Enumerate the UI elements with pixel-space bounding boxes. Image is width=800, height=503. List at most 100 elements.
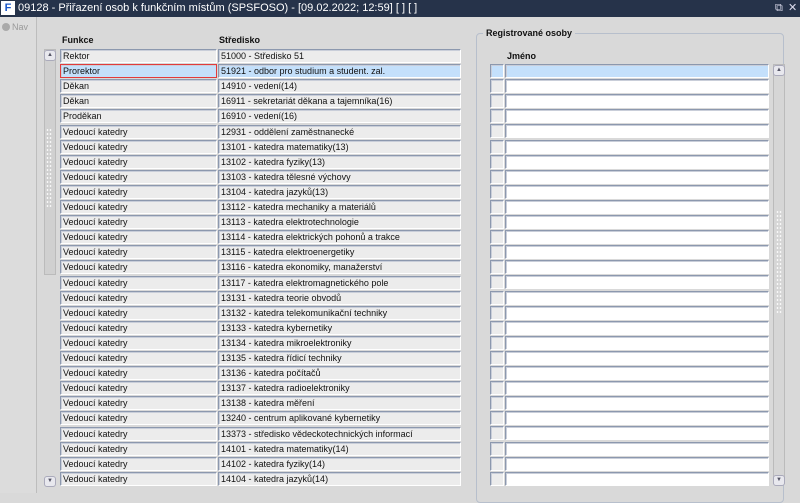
funkce-cell[interactable]: Vedoucí katedry <box>60 472 217 486</box>
stredisko-cell[interactable]: 12931 - oddělení zaměstnanecké <box>218 125 461 139</box>
stredisko-cell[interactable]: 13102 - katedra fyziky(13) <box>218 155 461 169</box>
row-selector-checkbox[interactable] <box>490 140 504 154</box>
jmeno-field[interactable] <box>505 140 769 154</box>
row-selector-checkbox[interactable] <box>490 200 504 214</box>
stredisko-cell[interactable]: 13132 - katedra telekomunikační techniky <box>218 306 461 320</box>
jmeno-field[interactable] <box>505 442 769 456</box>
row-selector-checkbox[interactable] <box>490 245 504 259</box>
stredisko-cell[interactable]: 13101 - katedra matematiky(13) <box>218 140 461 154</box>
jmeno-field[interactable] <box>505 94 769 108</box>
stredisko-cell[interactable]: 13240 - centrum aplikované kybernetiky <box>218 411 461 425</box>
row-selector-checkbox[interactable] <box>490 442 504 456</box>
stredisko-cell[interactable]: 13117 - katedra elektromagnetického pole <box>218 276 461 290</box>
stredisko-cell[interactable]: 13131 - katedra teorie obvodů <box>218 291 461 305</box>
stredisko-cell[interactable]: 13104 - katedra jazyků(13) <box>218 185 461 199</box>
stredisko-cell[interactable]: 51000 - Středisko 51 <box>218 49 461 63</box>
jmeno-field[interactable] <box>505 260 769 274</box>
funkce-cell[interactable]: Vedoucí katedry <box>60 230 217 244</box>
row-selector-checkbox[interactable] <box>490 306 504 320</box>
funkce-cell[interactable]: Vedoucí katedry <box>60 260 217 274</box>
stredisko-cell[interactable]: 13116 - katedra ekonomiky, manažerství <box>218 260 461 274</box>
jmeno-field[interactable] <box>505 170 769 184</box>
funkce-cell[interactable]: Vedoucí katedry <box>60 185 217 199</box>
jmeno-field[interactable] <box>505 64 769 78</box>
row-selector-checkbox[interactable] <box>490 336 504 350</box>
scroll-down-button[interactable]: ▼ <box>773 475 785 486</box>
funkce-cell[interactable]: Vedoucí katedry <box>60 125 217 139</box>
row-selector-checkbox[interactable] <box>490 366 504 380</box>
row-selector-checkbox[interactable] <box>490 215 504 229</box>
jmeno-field[interactable] <box>505 124 769 138</box>
row-selector-checkbox[interactable] <box>490 291 504 305</box>
funkce-cell[interactable]: Proděkan <box>60 109 217 123</box>
funkce-cell[interactable]: Vedoucí katedry <box>60 336 217 350</box>
funkce-cell[interactable]: Prorektor <box>60 64 217 78</box>
stredisko-cell[interactable]: 13112 - katedra mechaniky a materiálů <box>218 200 461 214</box>
nav-button[interactable]: Nav <box>2 22 28 32</box>
close-icon[interactable]: ✕ <box>788 0 797 17</box>
funkce-cell[interactable]: Vedoucí katedry <box>60 155 217 169</box>
jmeno-field[interactable] <box>505 155 769 169</box>
row-selector-checkbox[interactable] <box>490 155 504 169</box>
funkce-cell[interactable]: Vedoucí katedry <box>60 457 217 471</box>
row-selector-checkbox[interactable] <box>490 170 504 184</box>
funkce-cell[interactable]: Vedoucí katedry <box>60 411 217 425</box>
row-selector-checkbox[interactable] <box>490 94 504 108</box>
jmeno-field[interactable] <box>505 200 769 214</box>
stredisko-cell[interactable]: 13136 - katedra počítačů <box>218 366 461 380</box>
funkce-cell[interactable]: Děkan <box>60 94 217 108</box>
row-selector-checkbox[interactable] <box>490 124 504 138</box>
stredisko-cell[interactable]: 13137 - katedra radioelektroniky <box>218 381 461 395</box>
scroll-up-button[interactable]: ▲ <box>773 65 785 76</box>
row-selector-checkbox[interactable] <box>490 260 504 274</box>
row-selector-checkbox[interactable] <box>490 457 504 471</box>
jmeno-field[interactable] <box>505 306 769 320</box>
stredisko-cell[interactable]: 13373 - středisko vědeckotechnických inf… <box>218 427 461 441</box>
funkce-cell[interactable]: Vedoucí katedry <box>60 427 217 441</box>
stredisko-cell[interactable]: 16911 - sekretariát děkana a tajemníka(1… <box>218 94 461 108</box>
jmeno-field[interactable] <box>505 245 769 259</box>
jmeno-field[interactable] <box>505 457 769 471</box>
scroll-up-button[interactable]: ▲ <box>44 50 56 61</box>
row-selector-checkbox[interactable] <box>490 185 504 199</box>
funkce-cell[interactable]: Vedoucí katedry <box>60 215 217 229</box>
row-selector-checkbox[interactable] <box>490 472 504 486</box>
row-selector-checkbox[interactable] <box>490 64 504 78</box>
row-selector-checkbox[interactable] <box>490 351 504 365</box>
stredisko-cell[interactable]: 13134 - katedra mikroelektroniky <box>218 336 461 350</box>
row-selector-checkbox[interactable] <box>490 411 504 425</box>
jmeno-field[interactable] <box>505 351 769 365</box>
jmeno-field[interactable] <box>505 185 769 199</box>
funkce-cell[interactable]: Vedoucí katedry <box>60 140 217 154</box>
jmeno-field[interactable] <box>505 321 769 335</box>
row-selector-checkbox[interactable] <box>490 321 504 335</box>
funkce-cell[interactable]: Vedoucí katedry <box>60 306 217 320</box>
stredisko-cell[interactable]: 14102 - katedra fyziky(14) <box>218 457 461 471</box>
stredisko-cell[interactable]: 13135 - katedra řídicí techniky <box>218 351 461 365</box>
stredisko-cell[interactable]: 14104 - katedra jazyků(14) <box>218 472 461 486</box>
funkce-cell[interactable]: Vedoucí katedry <box>60 245 217 259</box>
funkce-cell[interactable]: Děkan <box>60 79 217 93</box>
jmeno-field[interactable] <box>505 381 769 395</box>
funkce-cell[interactable]: Vedoucí katedry <box>60 351 217 365</box>
stredisko-cell[interactable]: 13113 - katedra elektrotechnologie <box>218 215 461 229</box>
jmeno-field[interactable] <box>505 275 769 289</box>
funkce-cell[interactable]: Vedoucí katedry <box>60 381 217 395</box>
jmeno-field[interactable] <box>505 109 769 123</box>
row-selector-checkbox[interactable] <box>490 396 504 410</box>
jmeno-field[interactable] <box>505 336 769 350</box>
jmeno-field[interactable] <box>505 79 769 93</box>
row-selector-checkbox[interactable] <box>490 109 504 123</box>
funkce-cell[interactable]: Vedoucí katedry <box>60 366 217 380</box>
jmeno-field[interactable] <box>505 215 769 229</box>
stredisko-cell[interactable]: 14101 - katedra matematiky(14) <box>218 442 461 456</box>
stredisko-cell[interactable]: 13103 - katedra tělesné výchovy <box>218 170 461 184</box>
jmeno-field[interactable] <box>505 230 769 244</box>
funkce-cell[interactable]: Vedoucí katedry <box>60 170 217 184</box>
row-selector-checkbox[interactable] <box>490 381 504 395</box>
funkce-cell[interactable]: Vedoucí katedry <box>60 200 217 214</box>
funkce-cell[interactable]: Vedoucí katedry <box>60 276 217 290</box>
funkce-cell[interactable]: Vedoucí katedry <box>60 291 217 305</box>
funkce-cell[interactable]: Vedoucí katedry <box>60 396 217 410</box>
funkce-cell[interactable]: Vedoucí katedry <box>60 442 217 456</box>
